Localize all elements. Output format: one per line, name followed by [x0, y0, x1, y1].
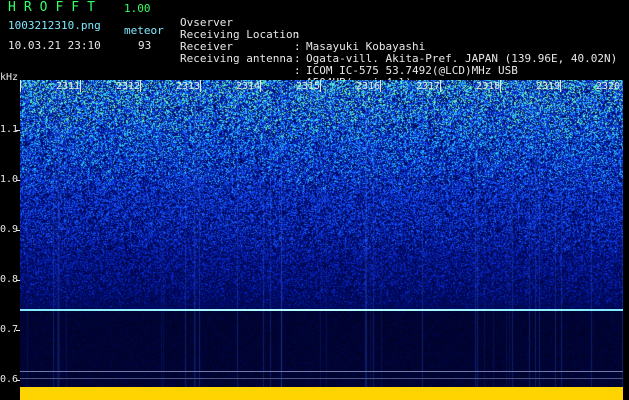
activity-bar [20, 387, 623, 400]
frequency-unit: kHz [0, 72, 19, 83]
x-tick-mark [80, 80, 81, 92]
x-tick-mark [200, 80, 201, 92]
spectrogram-plot [20, 80, 623, 400]
reference-line [20, 371, 623, 372]
x-tick-label: 2320 [596, 81, 621, 92]
frequency-axis: kHz 1.1 1.0 0.9 0.8 0.7 0.6 [0, 72, 20, 400]
y-tick-label: 0.6 [0, 375, 20, 385]
x-tick-mark [440, 80, 441, 92]
carrier-signal-line [20, 309, 623, 311]
x-tick-label: 2319 [536, 81, 561, 92]
x-tick-label: 2312 [116, 81, 141, 92]
x-tick-mark [560, 80, 561, 92]
x-tick-label: 2311 [56, 81, 81, 92]
reference-line [20, 378, 623, 379]
app-version: 1.00 [124, 2, 151, 15]
x-tick-label: 2313 [176, 81, 201, 92]
x-tick-mark [500, 80, 501, 92]
app-title: HROFFT [8, 0, 103, 15]
x-tick-label: 2315 [296, 81, 321, 92]
x-tick-label: 2316 [356, 81, 381, 92]
x-tick-label: 2317 [416, 81, 441, 92]
header-panel: HROFFT 1.00 1003212310.png 10.03.21 23:1… [0, 0, 629, 89]
x-tick-mark [20, 80, 21, 92]
spectrogram-image [20, 80, 623, 387]
y-tick-label: 1.1 [0, 125, 20, 135]
y-tick-label: 0.9 [0, 225, 20, 235]
datetime: 10.03.21 23:10 [8, 39, 101, 52]
info-label: Receiving antenna [180, 52, 293, 65]
y-tick-label: 0.8 [0, 275, 20, 285]
y-tick-label: 0.7 [0, 325, 20, 335]
meteor-label: meteor [124, 24, 164, 37]
file-name: 1003212310.png [8, 19, 101, 32]
info-separator: : [294, 64, 301, 77]
y-tick-label: 1.0 [0, 175, 20, 185]
x-tick-mark [380, 80, 381, 92]
meteor-count: 93 [138, 39, 152, 52]
x-tick-label: 2318 [476, 81, 501, 92]
x-tick-mark [260, 80, 261, 92]
x-tick-label: 2314 [236, 81, 261, 92]
x-tick-mark [140, 80, 141, 92]
x-tick-mark [320, 80, 321, 92]
